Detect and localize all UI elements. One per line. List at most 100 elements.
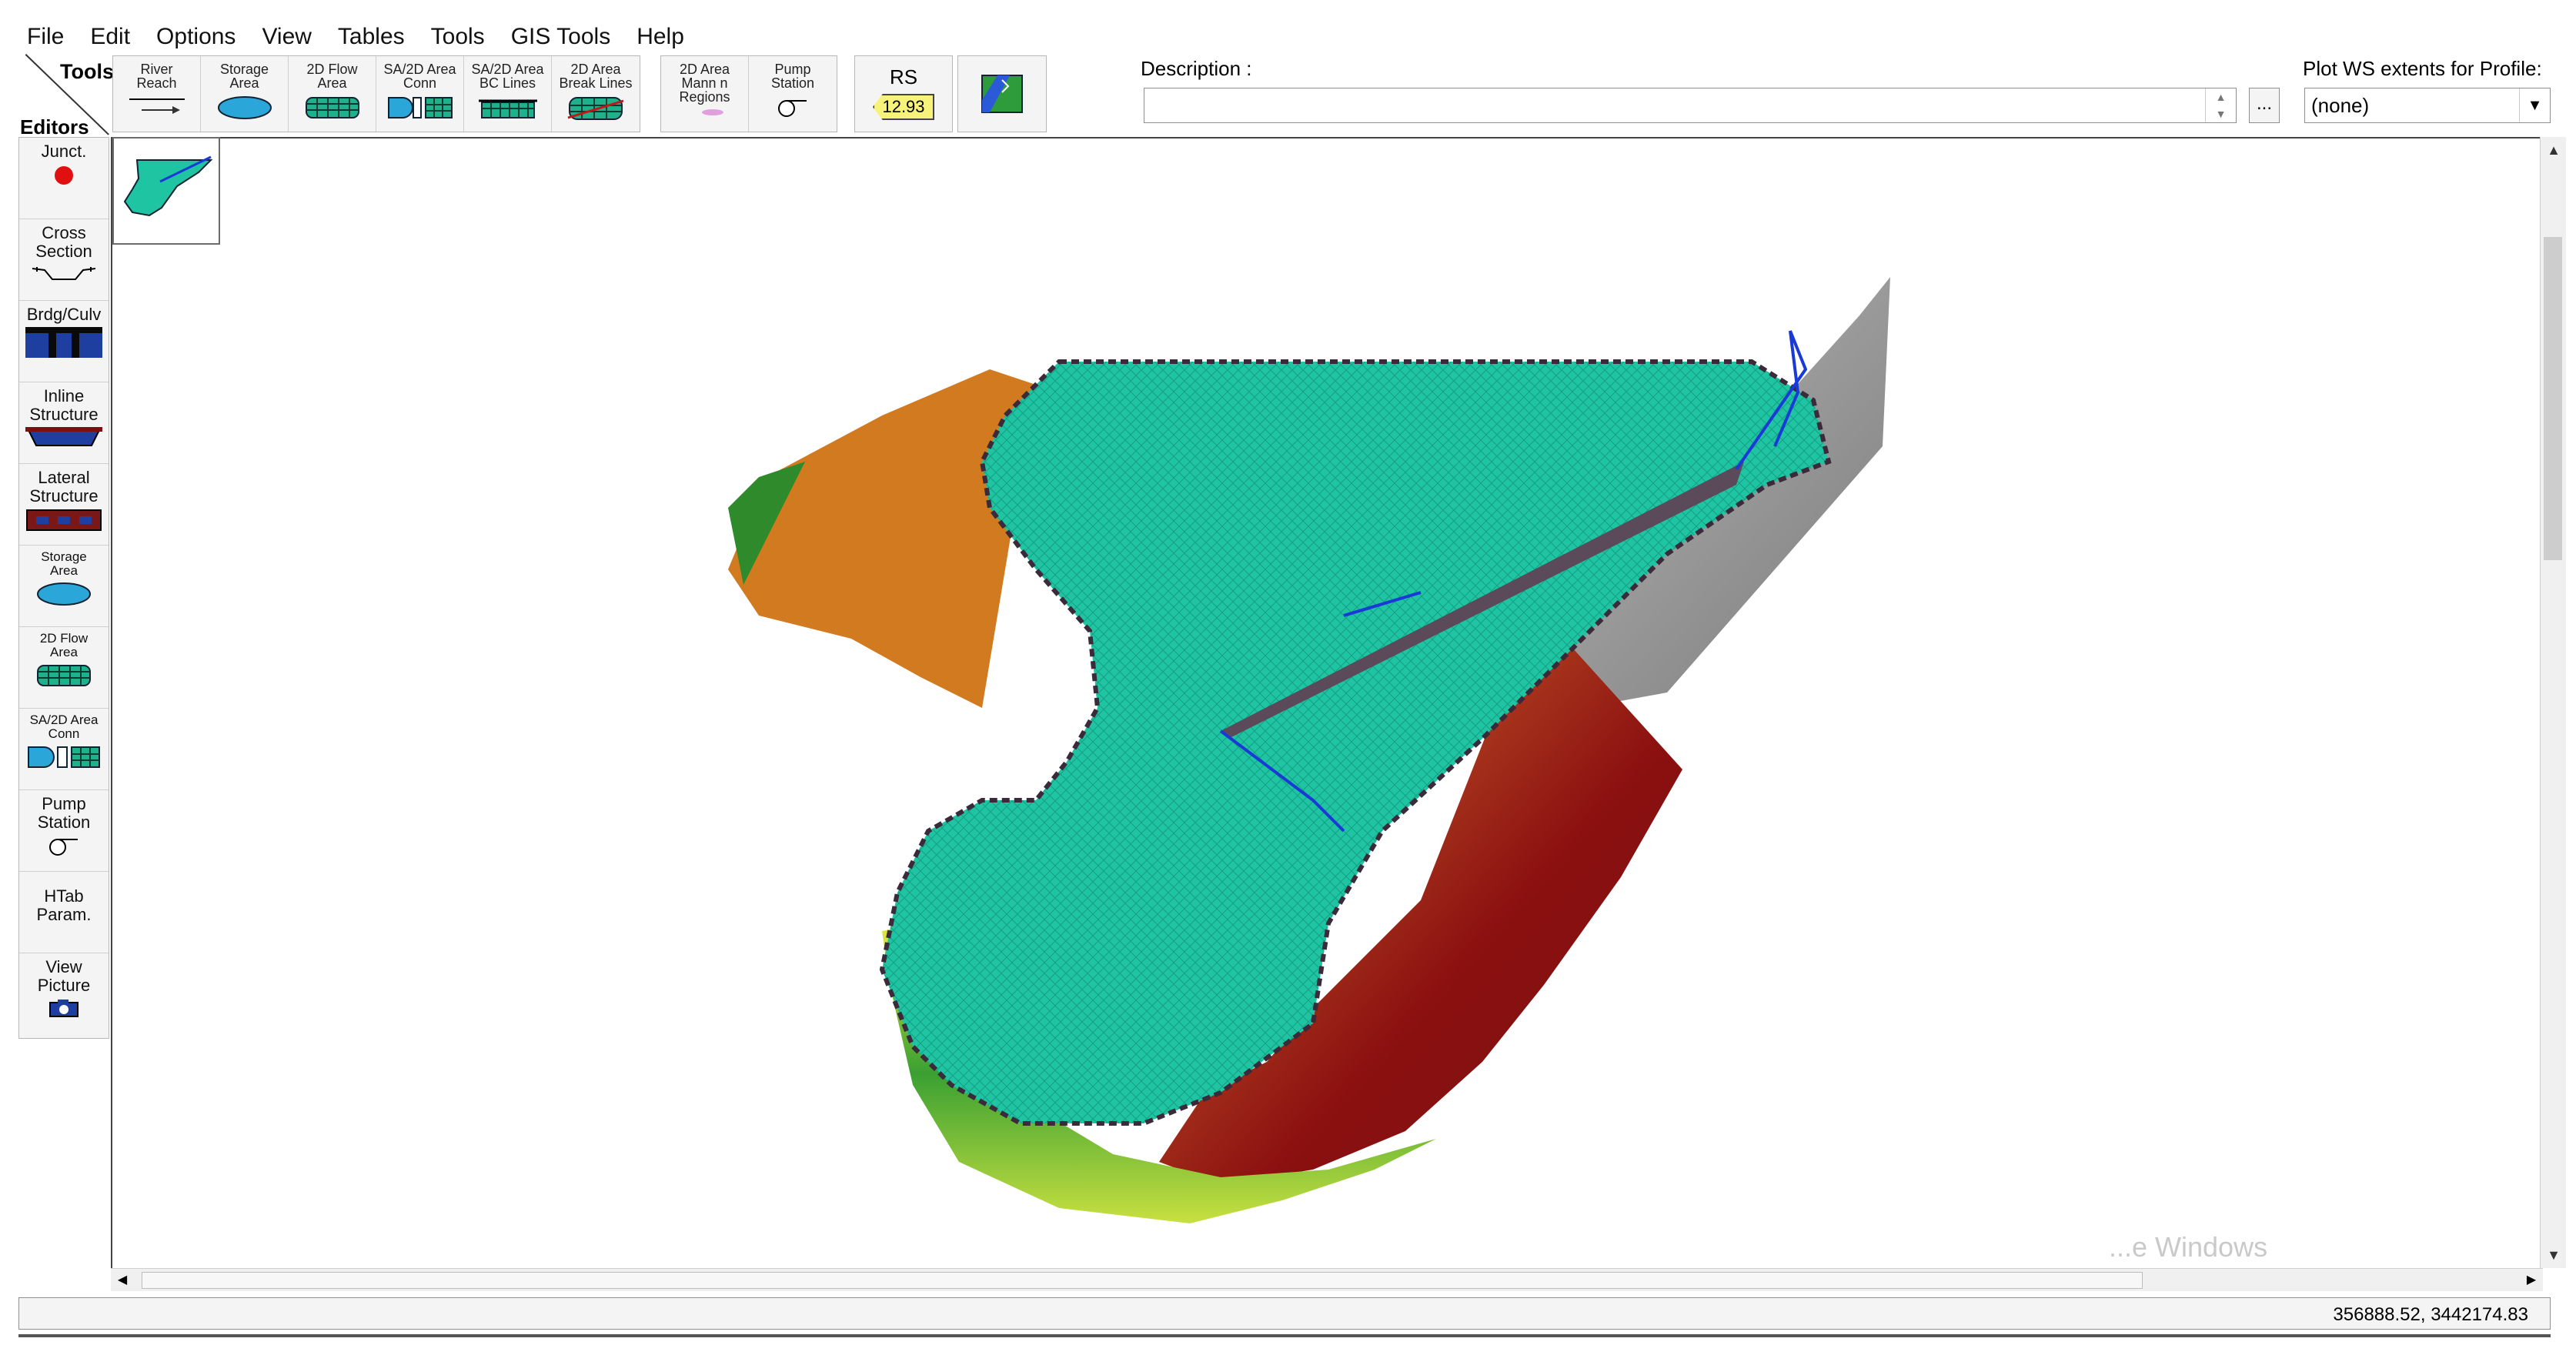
- toolbar-group-gis: [957, 55, 1047, 132]
- junction-icon: [55, 166, 73, 185]
- editor-htab-param-label: HTab Param.: [36, 886, 92, 924]
- overview-map-icon: [123, 155, 213, 217]
- mann-n-regions-icon: [701, 109, 723, 115]
- menu-view[interactable]: View: [253, 20, 319, 54]
- editor-2d-flow-area-button[interactable]: 2D Flow Area: [19, 627, 109, 709]
- menu-options[interactable]: Options: [148, 20, 244, 54]
- menu-gis-tools[interactable]: GIS Tools: [503, 20, 620, 54]
- pump-station-button[interactable]: Pump Station: [749, 56, 837, 132]
- river-reach-icon: [129, 98, 185, 114]
- activate-windows-watermark: ...e Windows: [2109, 1231, 2268, 1263]
- storage-area-icon: [37, 582, 91, 606]
- vertical-scroll-thumb[interactable]: [2544, 237, 2562, 560]
- editor-storage-area-button[interactable]: Storage Area: [19, 546, 109, 627]
- editors-toolbar: Junct. Cross Section Brdg/Culv Inline St…: [18, 137, 109, 1039]
- river-reach-label: River Reach: [136, 62, 177, 91]
- gis-map-icon: [981, 75, 1023, 113]
- rs-button[interactable]: RS 12.93: [855, 56, 952, 132]
- scroll-up-icon[interactable]: ▲: [2541, 137, 2567, 163]
- menu-edit[interactable]: Edit: [82, 20, 139, 54]
- storage-area-label: Storage Area: [219, 62, 269, 91]
- editor-junction-button[interactable]: Junct.: [19, 138, 109, 219]
- 2d-flow-area-button[interactable]: 2D Flow Area: [289, 56, 376, 132]
- menu-tables[interactable]: Tables: [329, 20, 413, 54]
- editor-bridge-culvert-label: Brdg/Culv: [26, 305, 102, 324]
- bc-lines-icon: [478, 99, 537, 118]
- rs-value-tag: 12.93: [873, 94, 934, 120]
- editor-inline-structure-label: Inline Structure: [29, 386, 99, 424]
- break-lines-label: 2D Area Break Lines: [559, 62, 633, 91]
- pump-station-icon: [778, 100, 807, 117]
- sa-2d-conn-icon: [387, 97, 453, 118]
- editor-lateral-structure-button[interactable]: Lateral Structure: [19, 464, 109, 546]
- editors-label: Editors: [20, 115, 89, 139]
- storage-area-button[interactable]: Storage Area: [201, 56, 289, 132]
- scroll-right-icon[interactable]: ▶: [2520, 1269, 2543, 1292]
- bottom-border: [18, 1334, 2551, 1337]
- hec-ras-geometry-window: File Edit Options View Tables Tools GIS …: [0, 0, 2576, 1355]
- cross-section-icon: [32, 267, 96, 280]
- description-spinner[interactable]: ▲ ▼: [2205, 88, 2236, 122]
- lateral-structure-icon: [26, 509, 102, 531]
- sa-2d-conn-icon: [28, 746, 100, 768]
- description-input[interactable]: ▲ ▼: [1144, 88, 2237, 123]
- storage-area-icon: [217, 96, 272, 119]
- editor-cross-section-button[interactable]: Cross Section: [19, 219, 109, 301]
- toolbar-group-rs: RS 12.93: [854, 55, 953, 132]
- editor-pump-station-button[interactable]: Pump Station: [19, 790, 109, 872]
- bc-lines-button[interactable]: SA/2D Area BC Lines: [464, 56, 552, 132]
- rs-label: RS: [889, 65, 918, 88]
- scroll-left-icon[interactable]: ◀: [111, 1269, 134, 1292]
- coordinate-readout: 356888.52, 3442174.83: [2333, 1304, 2528, 1325]
- 2d-flow-area-icon: [305, 97, 359, 118]
- pump-station-icon: [49, 839, 78, 856]
- mann-n-regions-label: 2D Area Mann n Regions: [679, 62, 730, 105]
- editor-bridge-culvert-button[interactable]: Brdg/Culv: [19, 301, 109, 382]
- plot-ws-label: Plot WS extents for Profile:: [2303, 57, 2542, 80]
- river-reach-button[interactable]: River Reach: [113, 56, 201, 132]
- editor-sa-2d-conn-button[interactable]: SA/2D Area Conn: [19, 709, 109, 790]
- mann-n-regions-button[interactable]: 2D Area Mann n Regions: [661, 56, 749, 132]
- horizontal-scrollbar[interactable]: ◀ ▶: [111, 1268, 2543, 1291]
- toolbar-group-main: River Reach Storage Area 2D Flow Area SA…: [112, 55, 640, 132]
- editor-sa-2d-conn-label: SA/2D Area Conn: [29, 713, 99, 741]
- sa-2d-conn-button[interactable]: SA/2D Area Conn: [376, 56, 464, 132]
- break-lines-button[interactable]: 2D Area Break Lines: [552, 56, 640, 132]
- terrain-map: [728, 277, 1890, 1223]
- menu-tools[interactable]: Tools: [423, 20, 493, 54]
- 2d-flow-area-label: 2D Flow Area: [306, 62, 358, 91]
- chevron-down-icon[interactable]: ▼: [2519, 88, 2550, 122]
- scroll-down-icon[interactable]: ▼: [2541, 1242, 2567, 1268]
- editor-storage-area-label: Storage Area: [41, 549, 87, 578]
- overview-thumbnail[interactable]: [112, 137, 220, 245]
- plot-ws-selected-value: (none): [2311, 94, 2370, 117]
- break-lines-icon: [567, 97, 624, 120]
- menu-file[interactable]: File: [18, 20, 72, 54]
- toolbar-group-regions: 2D Area Mann n Regions Pump Station: [660, 55, 837, 132]
- editor-view-picture-button[interactable]: View Picture: [19, 953, 109, 1035]
- vertical-scrollbar[interactable]: ▲ ▼: [2540, 137, 2566, 1268]
- camera-icon: [49, 1000, 79, 1017]
- editor-view-picture-label: View Picture: [37, 957, 91, 995]
- inline-structure-icon: [25, 427, 102, 446]
- bc-lines-label: SA/2D Area BC Lines: [471, 62, 544, 91]
- editor-pump-station-label: Pump Station: [37, 794, 91, 832]
- horizontal-scroll-thumb[interactable]: [142, 1272, 2143, 1289]
- editor-htab-param-button[interactable]: HTab Param.: [19, 872, 109, 953]
- description-browse-button[interactable]: ...: [2249, 88, 2280, 123]
- editor-inline-structure-button[interactable]: Inline Structure: [19, 382, 109, 464]
- status-bar: 356888.52, 3442174.83: [18, 1297, 2551, 1330]
- geometry-map-canvas[interactable]: [111, 137, 2543, 1268]
- orange-terrain: [728, 369, 1036, 708]
- bridge-culvert-icon: [25, 327, 102, 358]
- 2d-flow-area-icon: [37, 665, 91, 686]
- menu-bar: File Edit Options View Tables Tools GIS …: [18, 20, 702, 54]
- plot-ws-profile-select[interactable]: (none) ▼: [2304, 88, 2551, 123]
- gis-map-button[interactable]: [958, 56, 1046, 132]
- editor-junction-label: Junct.: [41, 142, 87, 161]
- editor-2d-flow-area-label: 2D Flow Area: [39, 631, 89, 659]
- menu-help[interactable]: Help: [628, 20, 693, 54]
- editor-lateral-structure-label: Lateral Structure: [29, 468, 99, 506]
- sa-2d-conn-label: SA/2D Area Conn: [383, 62, 456, 91]
- tools-label: Tools: [60, 60, 114, 83]
